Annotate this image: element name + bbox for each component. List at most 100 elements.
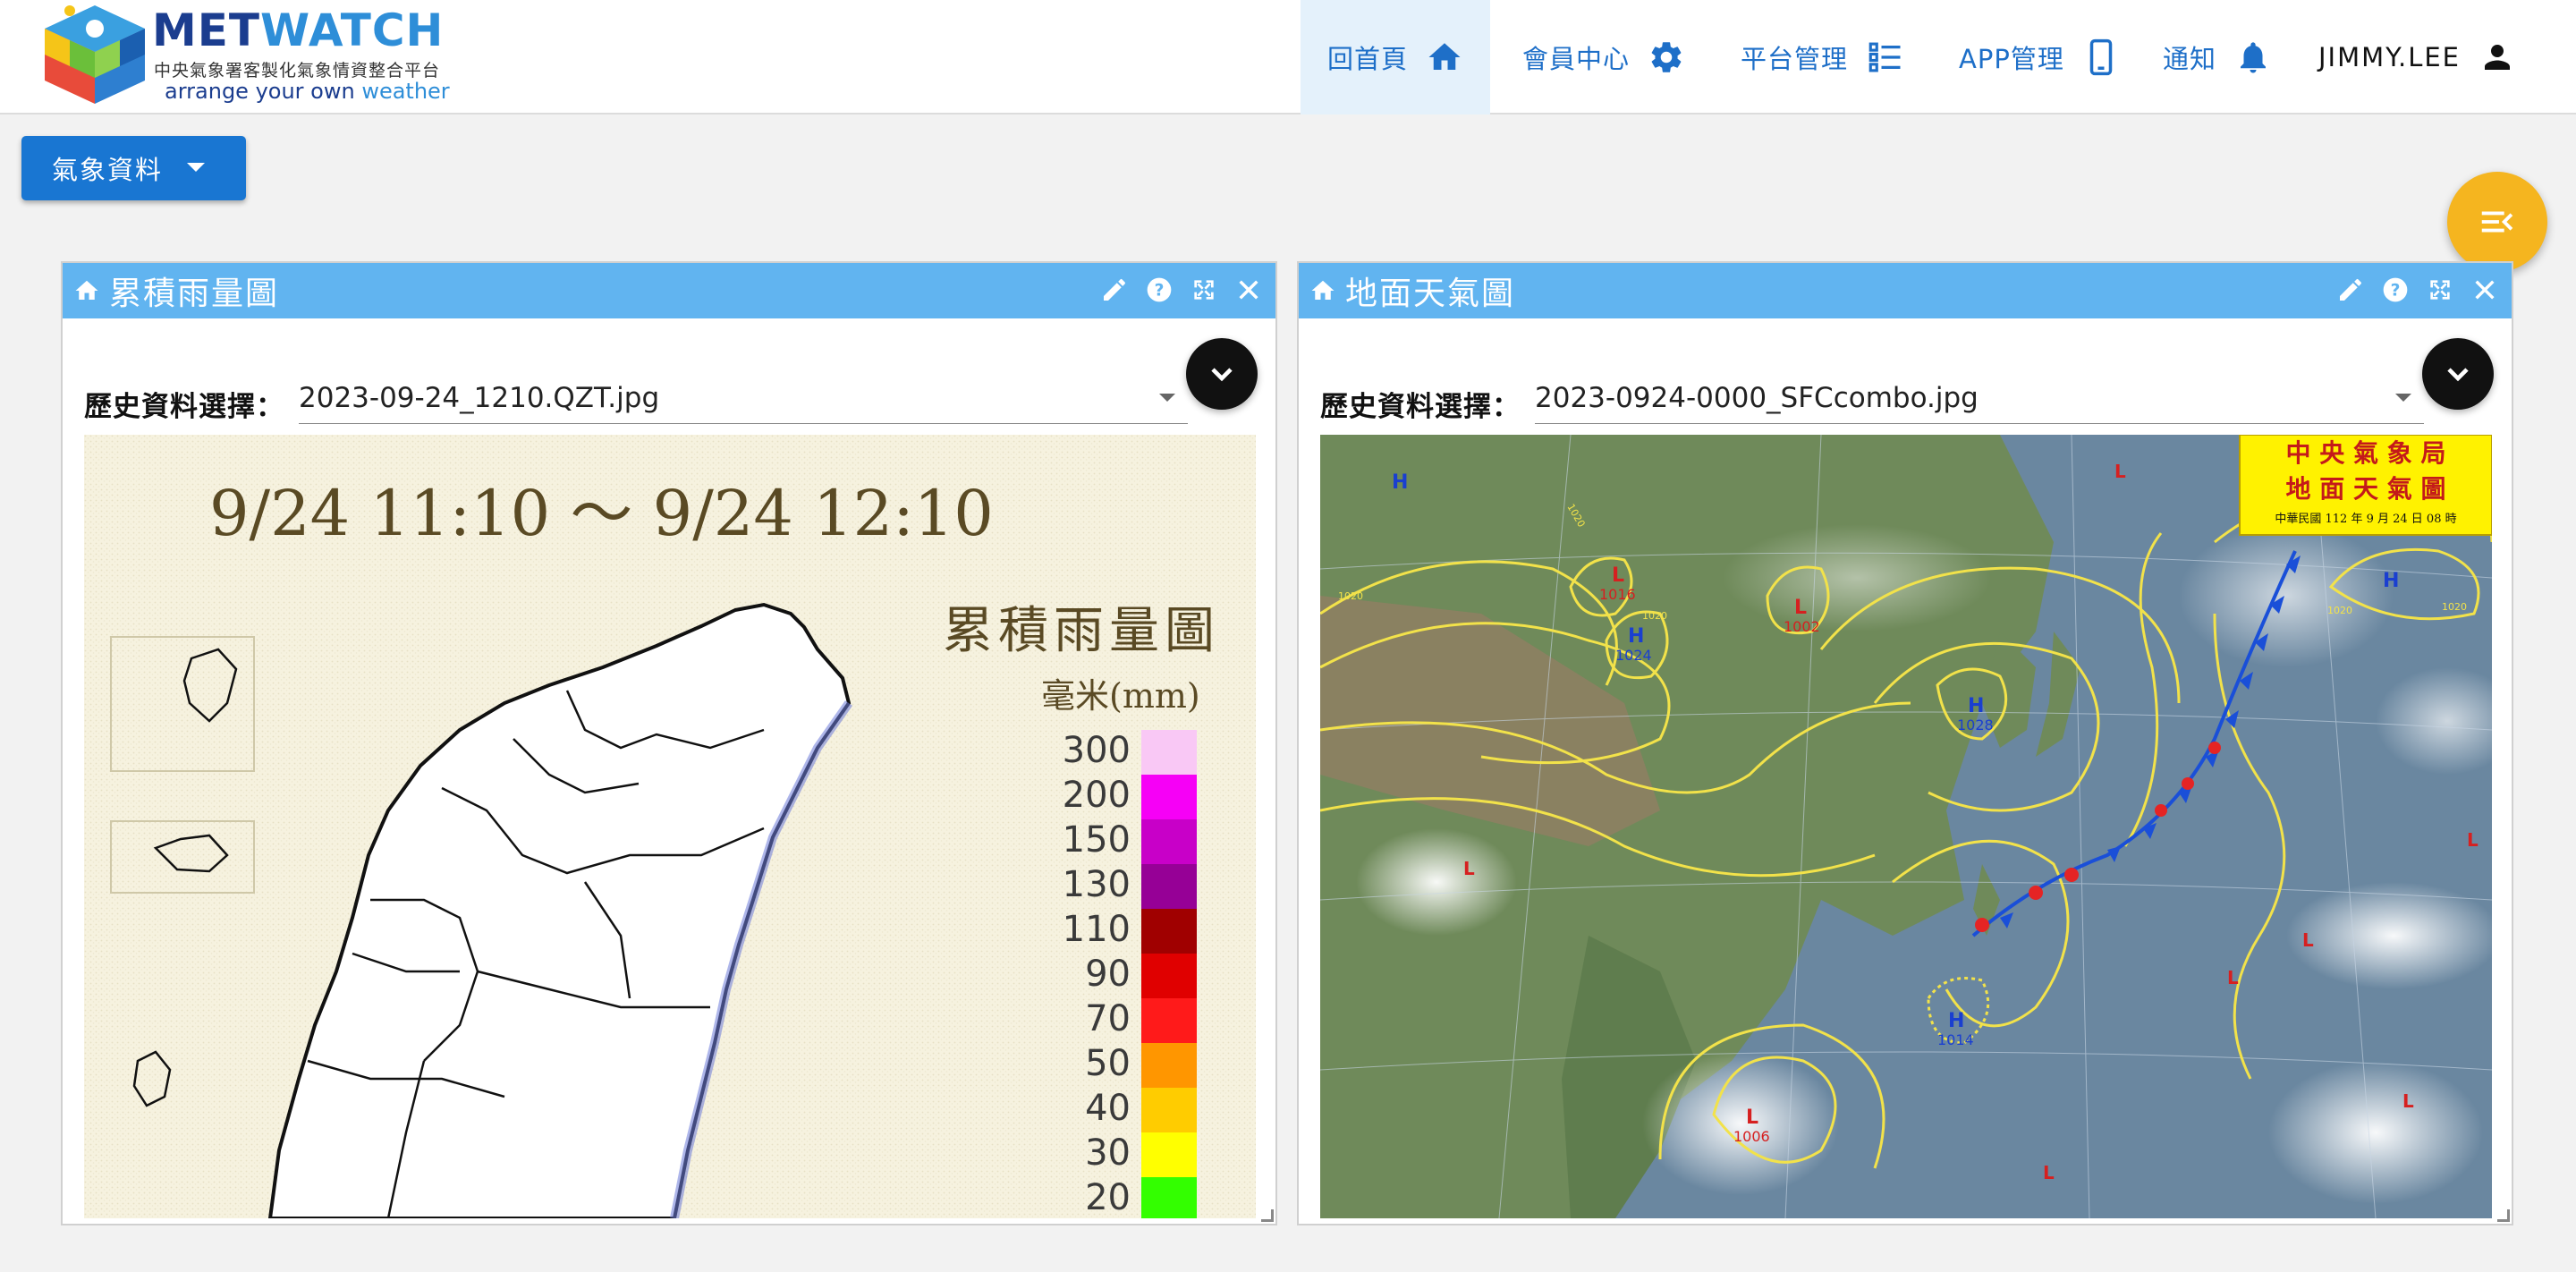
surface-weather-panel-title: 地面天氣圖 [1345, 276, 1516, 312]
metwatch-logo[interactable]: METWATCH 中央氣象署客製化氣象情資整合平台 arrange your o… [39, 2, 451, 107]
top-navigation-bar: METWATCH 中央氣象署客製化氣象情資整合平台 arrange your o… [0, 0, 2576, 114]
legend-value: 30 [1085, 1132, 1131, 1174]
high-pressure-marker: H [1392, 471, 1408, 494]
legend-swatch [1141, 909, 1197, 954]
isobar-label: 1020 [1338, 590, 1363, 602]
collapse-toggle-button[interactable] [2422, 338, 2494, 410]
home-icon [1428, 43, 1461, 70]
nav-notifications[interactable]: 通知 [2163, 0, 2272, 114]
list-icon [1868, 42, 1901, 72]
legend-swatch [1141, 1132, 1197, 1177]
legend-value: 90 [1085, 954, 1131, 995]
rainfall-time-range: 9/24 11:10 ～ 9/24 12:10 [209, 477, 994, 550]
rainfall-map-heading: 累積雨量圖 [943, 602, 1220, 660]
close-icon[interactable] [2470, 276, 2499, 304]
high-pressure-value: 1014 [1937, 1031, 1974, 1048]
resize-handle[interactable] [1261, 1209, 1274, 1222]
history-select-label: 歷史資料選擇： [1320, 391, 1521, 423]
history-select-row: 歷史資料選擇： 2023-09-24_1210.QZT.jpg [84, 377, 1188, 424]
legend-swatch [1141, 819, 1197, 864]
legend-value: 20 [1085, 1177, 1131, 1218]
resize-handle[interactable] [2497, 1209, 2510, 1222]
svg-text:L: L [2302, 929, 2314, 951]
legend-swatch [1141, 1177, 1197, 1218]
menu-collapse-fab[interactable] [2447, 172, 2547, 272]
history-select[interactable]: 2023-09-24_1210.QZT.jpg [299, 377, 1188, 424]
weather-data-dropdown-button[interactable]: 氣象資料 [21, 136, 246, 200]
logo-cube-icon [45, 5, 145, 104]
high-pressure-value: 1028 [1957, 717, 1994, 734]
history-select[interactable]: 2023-0924-0000_SFCcombo.jpg [1535, 377, 2424, 424]
surface-weather-panel-header[interactable]: 地面天氣圖 ? [1299, 263, 2512, 318]
nav-user-label: JIMMY.LEE [2318, 42, 2462, 72]
map-stamp-line2: 地 面 天 氣 圖 [2286, 474, 2446, 504]
fullscreen-icon[interactable] [1190, 276, 1218, 304]
nav-app-label: APP管理 [1959, 44, 2064, 74]
nav-notify-label: 通知 [2163, 44, 2217, 74]
history-select-row: 歷史資料選擇： 2023-0924-0000_SFCcombo.jpg [1320, 377, 2424, 424]
low-pressure-marker: L [1612, 564, 1624, 587]
high-pressure-marker: H [1948, 1010, 1964, 1032]
svg-text:L: L [2402, 1090, 2414, 1112]
isobar-label: 1020 [1642, 610, 1667, 622]
legend-value: 70 [1085, 998, 1131, 1039]
panel-home-icon[interactable] [1309, 277, 1336, 304]
svg-text:?: ? [2391, 282, 2401, 301]
high-pressure-value: 1024 [1615, 647, 1652, 664]
rainfall-panel-title: 累積雨量圖 [109, 276, 280, 312]
legend-value: 200 [1063, 775, 1131, 816]
logo-tagline-end: weather [361, 79, 450, 104]
surface-weather-panel: 地面天氣圖 ? 歷史資料選擇： 2023-0924-0000_SFCcombo.… [1297, 261, 2513, 1225]
select-arrow-icon [2395, 394, 2411, 402]
fullscreen-icon[interactable] [2426, 276, 2454, 304]
rainfall-panel: 累積雨量圖 ? 歷史資料選擇： 2023-09-24_1210.QZT.jpg [61, 261, 1277, 1225]
logo-title-watch: WATCH [260, 4, 445, 56]
gear-icon [1651, 42, 1682, 72]
high-pressure-marker: H [1628, 625, 1644, 648]
legend-value: 130 [1063, 864, 1131, 905]
legend-swatch [1141, 864, 1197, 909]
legend-value: 300 [1063, 730, 1131, 771]
svg-text:L: L [2227, 967, 2239, 988]
chevron-down-icon [1211, 368, 1233, 382]
legend-value: 50 [1085, 1043, 1131, 1084]
legend-swatch [1141, 730, 1197, 775]
panel-home-icon[interactable] [73, 277, 100, 304]
history-select-label: 歷史資料選擇： [84, 391, 284, 423]
help-icon[interactable]: ? [2381, 276, 2410, 304]
nav-home-label: 回首頁 [1326, 44, 1408, 74]
isobar-label: 1020 [2442, 601, 2467, 613]
low-pressure-value: 1016 [1599, 586, 1636, 603]
legend-swatch [1141, 1088, 1197, 1132]
legend-value: 150 [1063, 819, 1131, 861]
edit-icon[interactable] [2336, 276, 2365, 304]
logo-tagline: arrange your own weather [165, 79, 450, 104]
rainfall-panel-header[interactable]: 累積雨量圖 ? [63, 263, 1275, 318]
history-select-value: 2023-0924-0000_SFCcombo.jpg [1535, 382, 1979, 414]
menu-open-icon [2481, 211, 2513, 233]
collapse-toggle-button[interactable] [1186, 338, 1258, 410]
help-icon[interactable]: ? [1145, 276, 1174, 304]
svg-text:L: L [2043, 1162, 2055, 1183]
bell-icon [2241, 42, 2267, 73]
legend-value: 110 [1063, 909, 1131, 950]
nav-home[interactable]: 回首頁 [1301, 0, 1490, 114]
edit-icon[interactable] [1100, 276, 1129, 304]
nav-member-center[interactable]: 會員中心 [1522, 0, 1685, 114]
svg-text:L: L [2114, 461, 2126, 482]
close-icon[interactable] [1234, 276, 1263, 304]
legend-value: 40 [1085, 1088, 1131, 1129]
nav-app-management[interactable]: APP管理 [1959, 0, 2120, 114]
svg-text:?: ? [1155, 282, 1165, 301]
nav-user-account[interactable]: JIMMY.LEE [2318, 0, 2516, 114]
logo-tagline-start: arrange your own [165, 79, 362, 104]
low-pressure-marker: L [1746, 1107, 1758, 1129]
weather-data-dropdown-label: 氣象資料 [52, 155, 164, 185]
legend-swatch [1141, 954, 1197, 998]
legend-swatch [1141, 775, 1197, 819]
rainfall-map-image: 9/24 11:10 ～ 9/24 12:10 累積雨量圖 毫米(mm) 300… [84, 435, 1256, 1218]
nav-member-label: 會員中心 [1522, 44, 1631, 74]
nav-platform-management[interactable]: 平台管理 [1741, 0, 1903, 114]
nav-platform-label: 平台管理 [1741, 44, 1849, 74]
map-stamp-line3: 中華民國 112 年 9 月 24 日 08 時 [2275, 513, 2456, 526]
